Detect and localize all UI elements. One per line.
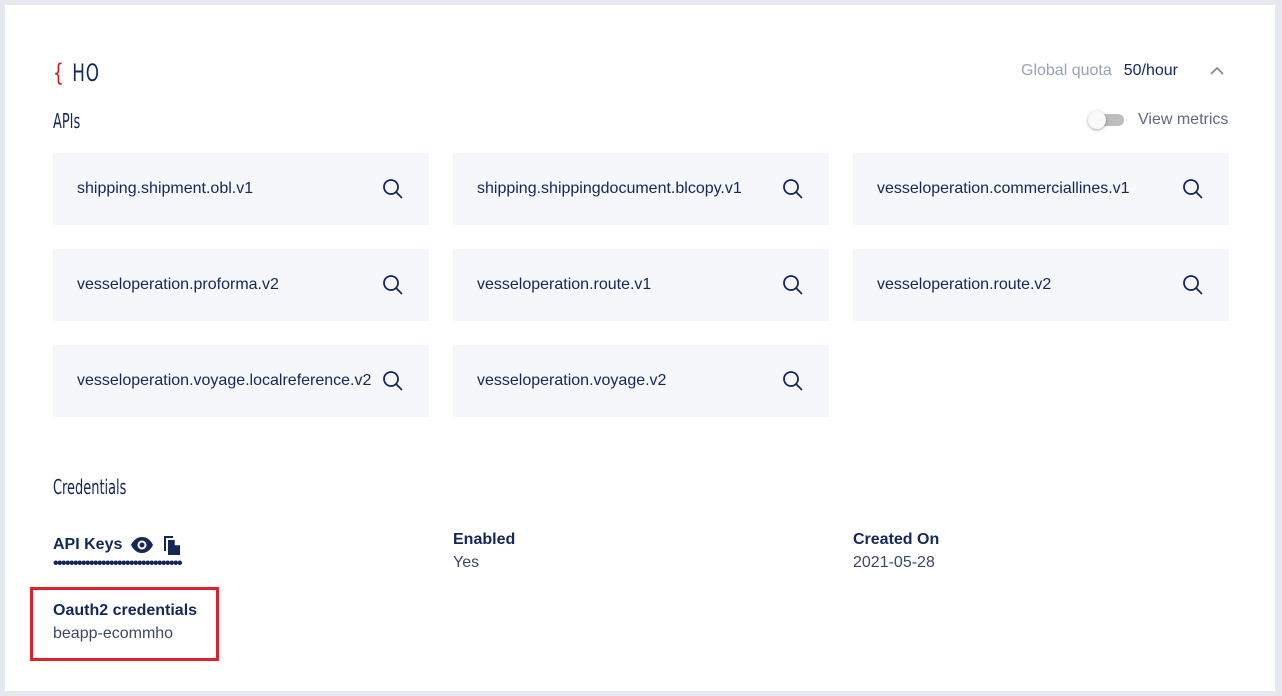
view-metrics-label: View metrics bbox=[1138, 111, 1229, 128]
api-name: vesseloperation.voyage.v2 bbox=[477, 372, 667, 389]
api-name: vesseloperation.commerciallines.v1 bbox=[877, 180, 1130, 197]
created-on-value: 2021-05-28 bbox=[853, 554, 935, 571]
search-icon[interactable] bbox=[381, 273, 405, 297]
brace-icon: { bbox=[53, 59, 65, 87]
api-name: vesseloperation.route.v2 bbox=[877, 276, 1052, 293]
api-keys-row: API Keys bbox=[53, 533, 190, 557]
global-quota: Global quota 50/hour bbox=[1021, 62, 1178, 80]
api-key-masked-value: •••••••••••••••••••••••••••••••• bbox=[53, 555, 183, 572]
copy-icon[interactable] bbox=[160, 533, 184, 557]
api-name: shipping.shipment.obl.v1 bbox=[77, 180, 254, 197]
api-tile[interactable]: vesseloperation.voyage.v2 bbox=[453, 345, 829, 417]
api-tile[interactable]: vesseloperation.commerciallines.v1 bbox=[853, 153, 1229, 225]
toggle-knob bbox=[1088, 111, 1106, 129]
search-icon[interactable] bbox=[781, 369, 805, 393]
api-name: shipping.shippingdocument.blcopy.v1 bbox=[477, 180, 742, 197]
api-tile[interactable]: vesseloperation.route.v1 bbox=[453, 249, 829, 321]
api-tile[interactable]: vesseloperation.proforma.v2 bbox=[53, 249, 429, 321]
search-icon[interactable] bbox=[381, 369, 405, 393]
enabled-value: Yes bbox=[453, 554, 480, 571]
app-card: { HO Global quota 50/hour APIs View metr… bbox=[5, 5, 1275, 691]
view-metrics-toggle[interactable] bbox=[1088, 111, 1124, 129]
highlight-box bbox=[30, 587, 219, 661]
search-icon[interactable] bbox=[781, 273, 805, 297]
search-icon[interactable] bbox=[1181, 273, 1205, 297]
api-tile[interactable]: vesseloperation.route.v2 bbox=[853, 249, 1229, 321]
api-tile[interactable]: shipping.shipment.obl.v1 bbox=[53, 153, 429, 225]
api-tile[interactable]: shipping.shippingdocument.blcopy.v1 bbox=[453, 153, 829, 225]
created-on-label: Created On bbox=[853, 531, 940, 548]
apis-heading: APIs bbox=[53, 109, 81, 133]
global-quota-value: 50/hour bbox=[1123, 62, 1178, 79]
view-metrics-toggle-row: View metrics bbox=[1088, 111, 1228, 129]
api-keys-label: API Keys bbox=[53, 536, 123, 553]
app-title: { HO bbox=[53, 59, 100, 87]
app-name: HO bbox=[72, 59, 100, 87]
eye-icon[interactable] bbox=[130, 533, 154, 557]
enabled-label: Enabled bbox=[453, 531, 516, 548]
api-name: vesseloperation.route.v1 bbox=[477, 276, 652, 293]
search-icon[interactable] bbox=[781, 177, 805, 201]
credentials-heading: Credentials bbox=[53, 475, 127, 499]
global-quota-label: Global quota bbox=[1021, 62, 1112, 79]
search-icon[interactable] bbox=[1181, 177, 1205, 201]
chevron-up-icon[interactable] bbox=[1209, 63, 1225, 79]
api-tile[interactable]: vesseloperation.voyage.localreference.v2 bbox=[53, 345, 429, 417]
api-name: vesseloperation.proforma.v2 bbox=[77, 276, 279, 293]
search-icon[interactable] bbox=[381, 177, 405, 201]
api-name: vesseloperation.voyage.localreference.v2 bbox=[77, 372, 372, 389]
